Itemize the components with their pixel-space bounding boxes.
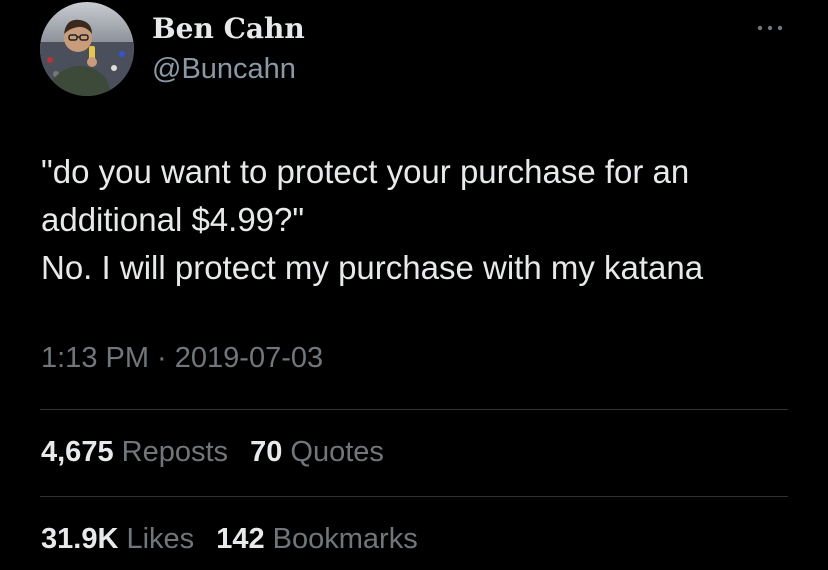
tweet-timestamp[interactable]: 1:13 PM · 2019-07-03 [41,341,323,375]
tweet-text: "do you want to protect your purchase fo… [41,148,801,292]
engagement-stats-row: 31.9K Likes 142 Bookmarks [41,522,432,556]
quotes-count: 70 [250,436,283,468]
bookmarks-label: Bookmarks [272,523,418,555]
likes-count: 31.9K [41,523,119,555]
tweet-text-line: "do you want to protect your purchase fo… [41,153,690,238]
bookmarks-stat[interactable]: 142 Bookmarks [216,522,418,556]
bookmarks-count: 142 [216,523,265,555]
divider [40,409,788,410]
user-avatar-photo-icon [40,2,134,96]
more-horizontal-icon [757,25,783,31]
divider [40,496,788,497]
quotes-label: Quotes [290,436,384,468]
user-handle[interactable]: @Buncahn [152,52,296,86]
reposts-label: Reposts [121,436,229,468]
tweet-text-line: No. I will protect my purchase with my k… [41,249,704,286]
reposts-stat[interactable]: 4,675 Reposts [41,435,228,469]
more-options-button[interactable] [750,14,790,42]
engagement-stats-row: 4,675 Reposts 70 Quotes [41,435,398,469]
likes-stat[interactable]: 31.9K Likes [41,522,194,556]
avatar[interactable] [40,2,134,96]
reposts-count: 4,675 [41,436,114,468]
quotes-stat[interactable]: 70 Quotes [250,435,384,469]
display-name[interactable]: Ben Cahn [152,12,305,46]
likes-label: Likes [126,523,195,555]
tweet-card: Ben Cahn @Buncahn "do you want to protec… [0,0,828,570]
